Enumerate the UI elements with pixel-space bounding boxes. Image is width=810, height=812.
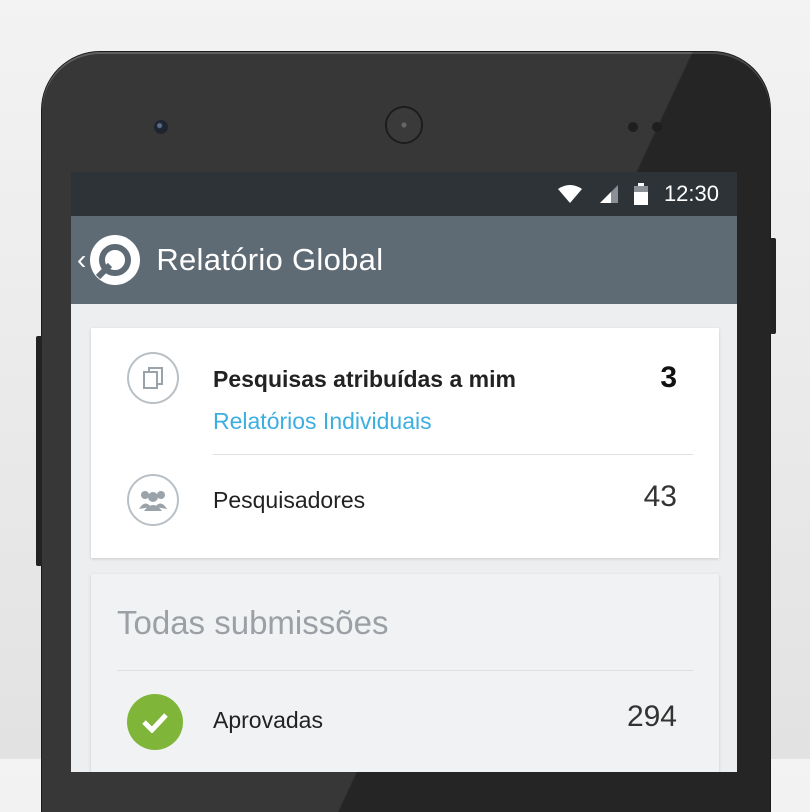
divider	[213, 454, 693, 455]
assigned-surveys-count: 3	[660, 361, 677, 394]
battery-icon	[633, 183, 648, 205]
light-sensor	[652, 122, 662, 132]
summary-card: Pesquisas atribuídas a mim 3 Relatórios …	[91, 328, 719, 558]
individual-reports-link[interactable]: Relatórios Individuais	[213, 408, 432, 435]
approved-count: 294	[626, 700, 677, 733]
check-icon	[127, 694, 183, 750]
section-title: Todas submissões	[117, 604, 389, 641]
earpiece-speaker	[387, 108, 421, 142]
chevron-left-icon[interactable]: ‹	[77, 244, 86, 276]
status-time: 12:30	[663, 181, 719, 206]
researchers-label: Pesquisadores	[213, 487, 366, 513]
phone-screen: 12:30 ‹ Relatório Global Pesquisas atrib…	[71, 172, 737, 772]
signal-icon	[599, 185, 618, 203]
status-bar: 12:30	[71, 172, 737, 216]
app-bar: ‹ Relatório Global	[71, 216, 737, 304]
group-icon	[127, 474, 179, 526]
assigned-surveys-label: Pesquisas atribuídas a mim	[213, 366, 516, 392]
front-camera	[154, 120, 168, 134]
power-button	[770, 238, 776, 334]
researchers-count: 43	[643, 480, 677, 513]
divider	[117, 670, 693, 671]
page-title: Relatório Global	[156, 242, 384, 277]
app-logo-icon	[90, 235, 141, 285]
documents-icon	[127, 352, 179, 404]
approved-label: Aprovadas	[213, 707, 323, 733]
proximity-sensor	[628, 122, 638, 132]
wifi-icon	[557, 185, 582, 203]
submissions-card: Todas submissões Aprovadas 294	[91, 574, 719, 772]
volume-button	[36, 336, 42, 566]
